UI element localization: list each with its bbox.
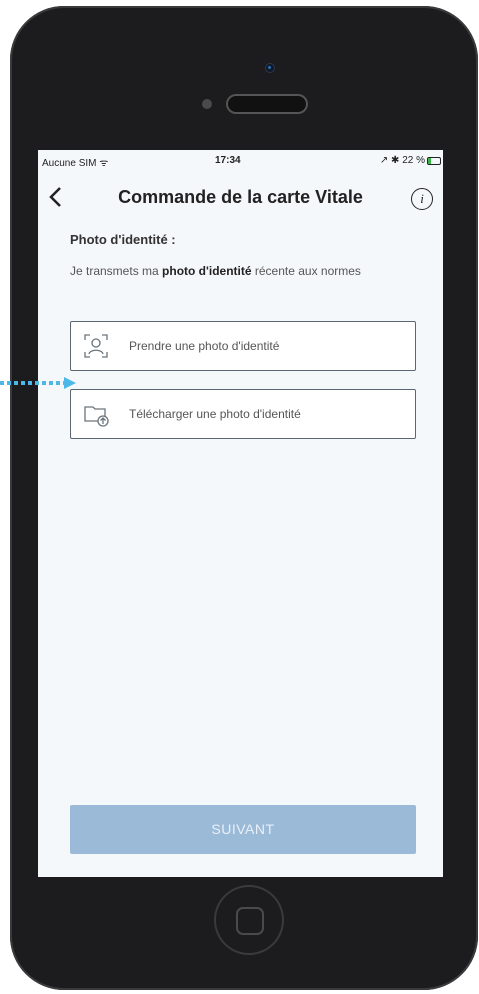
- info-icon[interactable]: i: [411, 188, 433, 210]
- carrier-label: Aucune SIM ᯤ: [42, 158, 109, 169]
- speaker-icon: [226, 94, 308, 114]
- section-title: Photo d'identité :: [70, 232, 176, 247]
- pointer-arrow-icon: [0, 377, 76, 389]
- clock: 17:34: [215, 155, 241, 166]
- desc-suffix: récente aux normes: [251, 264, 361, 278]
- take-photo-button[interactable]: Prendre une photo d'identité: [70, 321, 416, 371]
- face-scan-icon: [83, 333, 109, 359]
- front-camera-icon: [266, 64, 274, 72]
- upload-photo-button[interactable]: Télécharger une photo d'identité: [70, 389, 416, 439]
- take-photo-label: Prendre une photo d'identité: [129, 339, 280, 353]
- navigation-bar: Commande de la carte Vitale i: [38, 174, 443, 224]
- app-screen: Aucune SIM ᯤ 17:34 ↗ ✱ 22 % Commande de …: [38, 150, 443, 877]
- upload-photo-label: Télécharger une photo d'identité: [129, 407, 301, 421]
- folder-upload-icon: [83, 401, 109, 427]
- status-bar: Aucune SIM ᯤ 17:34 ↗ ✱ 22 %: [38, 150, 443, 174]
- desc-prefix: Je transmets ma: [70, 264, 163, 278]
- home-button[interactable]: [214, 885, 284, 955]
- page-title: Commande de la carte Vitale: [118, 187, 363, 207]
- next-button[interactable]: SUIVANT: [70, 805, 416, 854]
- section-description: Je transmets ma photo d'identité récente…: [70, 263, 370, 279]
- status-indicators: ↗ ✱ 22 %: [379, 155, 425, 166]
- desc-bold: photo d'identité: [162, 264, 252, 278]
- battery-icon: [427, 157, 441, 165]
- proximity-sensor-icon: [202, 99, 212, 109]
